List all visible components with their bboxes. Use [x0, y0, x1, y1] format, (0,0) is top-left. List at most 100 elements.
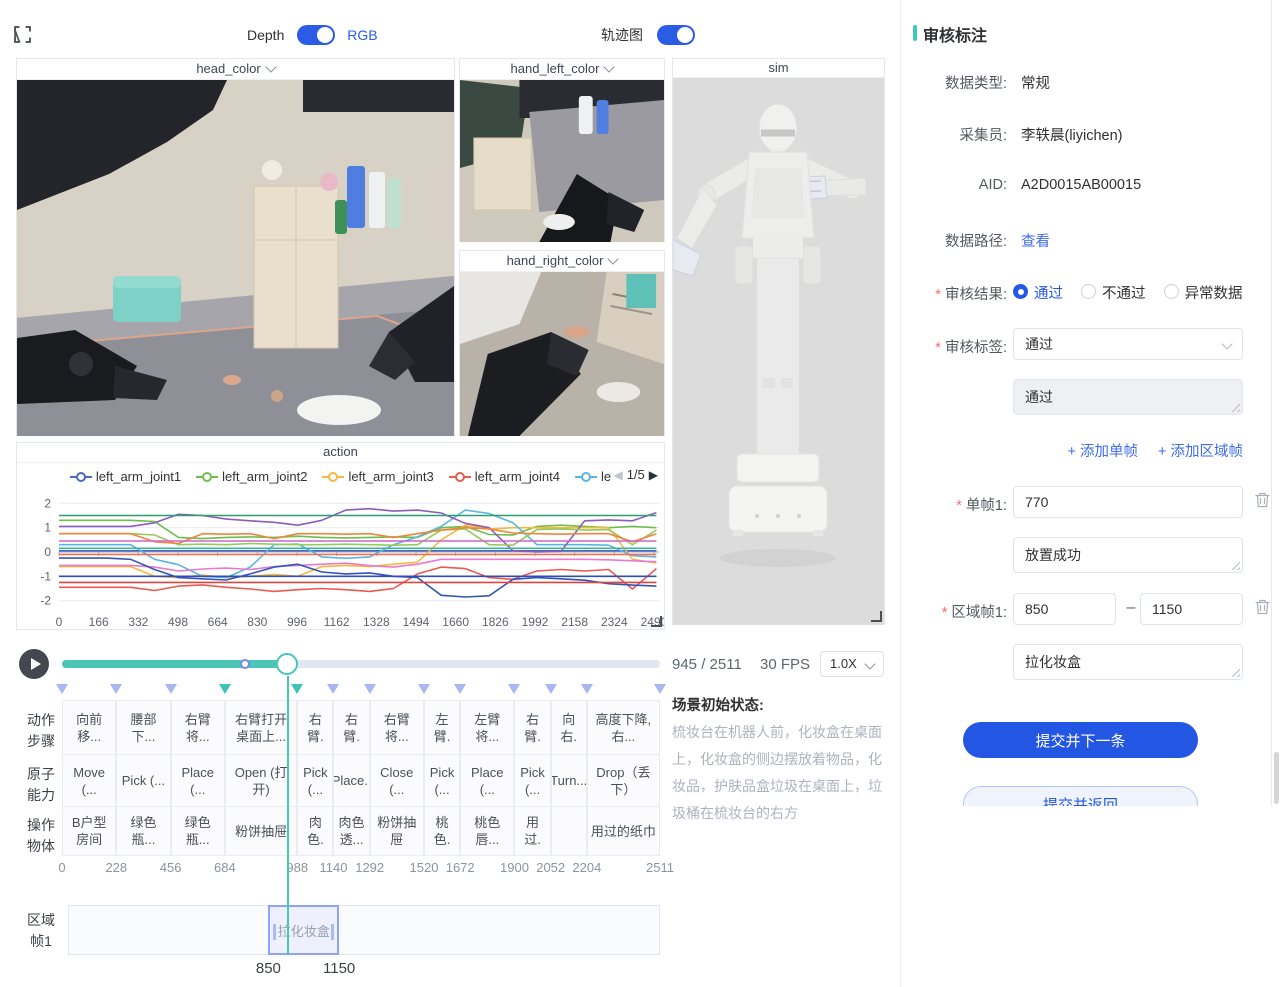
legend-next-icon[interactable]: ▶ — [649, 468, 658, 482]
step-cell: 右臂. — [297, 700, 333, 755]
hand-right-camera-header[interactable]: hand_right_color — [460, 251, 664, 272]
resize-grip-icon[interactable] — [1231, 403, 1240, 412]
region-track[interactable] — [68, 905, 660, 955]
radio-abnormal-label[interactable]: 异常数据 — [1185, 286, 1243, 302]
segment-right-handle[interactable] — [331, 924, 334, 940]
single-frame-note-textarea[interactable]: 放置成功 — [1013, 537, 1243, 573]
region-segment[interactable]: 拉化妆盒 — [268, 905, 339, 955]
chevron-down-icon — [604, 61, 615, 72]
skill-cell: Move (... — [62, 754, 116, 807]
scrollbar-track — [1271, 0, 1272, 806]
legend-item[interactable]: left_arm_joint3 — [322, 469, 433, 484]
steps-row: 向前移...腰部下...右臂将...右臂打开桌面上...右臂.右臂.右臂将...… — [62, 700, 660, 755]
radio-abnormal[interactable] — [1164, 284, 1179, 299]
resize-handle-icon[interactable] — [871, 611, 882, 622]
timeline-marker-icon[interactable] — [545, 684, 557, 694]
object-cell: 桃色唇... — [460, 806, 514, 856]
timeline-marker-icon[interactable] — [418, 684, 430, 694]
svg-text:1826: 1826 — [482, 615, 509, 629]
timeline-marker-icon[interactable] — [364, 684, 376, 694]
tag-comment-textarea[interactable]: 通过 — [1013, 379, 1243, 415]
step-cell: 右臂将... — [171, 700, 225, 755]
timeline-marker-icon[interactable] — [219, 684, 231, 694]
single-frame-note-text: 放置成功 — [1025, 547, 1081, 563]
skill-cell: Pick (... — [297, 754, 333, 807]
delete-single-frame-icon[interactable] — [1255, 492, 1270, 508]
add-links: + 添加单帧 + 添加区域帧 — [1013, 440, 1243, 461]
tag-comment-text: 通过 — [1025, 389, 1053, 405]
data-type-value: 常规 — [1021, 72, 1050, 93]
timeline-marker-icon[interactable] — [291, 684, 303, 694]
timeline-marker-icon[interactable] — [165, 684, 177, 694]
add-single-frame-link[interactable]: + 添加单帧 — [1068, 440, 1139, 461]
radio-fail[interactable] — [1081, 284, 1096, 299]
resize-grip-icon[interactable] — [1231, 668, 1240, 677]
timeline-marker-icon[interactable] — [56, 684, 68, 694]
timeline-marker-icon[interactable] — [327, 684, 339, 694]
legend-item[interactable]: left_arm_joint4 — [449, 469, 560, 484]
speed-select[interactable]: 1.0X — [820, 651, 884, 677]
trajectory-toggle[interactable] — [657, 25, 695, 45]
tag-select[interactable]: 通过 — [1013, 328, 1243, 360]
single-frame-input[interactable]: 770 — [1013, 486, 1243, 518]
delete-region-frame-icon[interactable] — [1255, 599, 1270, 615]
head-camera-header[interactable]: head_color — [17, 59, 454, 80]
sim-panel: sim — [672, 58, 885, 625]
legend-prev-icon[interactable]: ◀ — [613, 468, 622, 482]
svg-text:332: 332 — [128, 615, 148, 629]
timeline-marker-icon[interactable] — [508, 684, 520, 694]
scale-tick-label: 1140 — [320, 860, 348, 875]
segment-left-handle[interactable] — [273, 924, 276, 940]
play-button[interactable] — [19, 649, 49, 679]
region-start-input[interactable]: 850 — [1013, 593, 1116, 625]
radio-pass[interactable] — [1013, 284, 1028, 299]
timeline-marker-icon[interactable] — [581, 684, 593, 694]
submit-back-button[interactable]: 提交并返回 — [963, 786, 1198, 806]
legend-item[interactable]: left_arm_joint1 — [70, 469, 181, 484]
skill-cell: Pick (... — [514, 754, 550, 807]
resize-handle-icon[interactable] — [651, 616, 662, 627]
scale-tick-label: 1900 — [500, 860, 529, 875]
hand-left-camera-title: hand_left_color — [511, 61, 600, 76]
timeline-marker-icon[interactable] — [454, 684, 466, 694]
region-end-input[interactable]: 1150 — [1140, 593, 1243, 625]
step-cell: 向前移... — [62, 700, 116, 755]
result-radio-group: 通过 不通过 异常数据 — [1013, 282, 1257, 303]
scale-tick-label: 1520 — [410, 860, 439, 875]
svg-text:2324: 2324 — [601, 615, 628, 629]
step-cell: 左臂. — [424, 700, 460, 755]
timeline-marker-icon[interactable] — [110, 684, 122, 694]
step-cell: 右臂. — [514, 700, 550, 755]
trajectory-toggle-group: 轨迹图 — [601, 25, 695, 45]
legend-marker-icon — [449, 472, 471, 482]
add-region-frame-link[interactable]: + 添加区域帧 — [1158, 440, 1243, 461]
radio-pass-label[interactable]: 通过 — [1034, 286, 1063, 302]
timeline-marker-icon[interactable] — [654, 684, 666, 694]
scale-tick-label: 988 — [286, 860, 308, 875]
fps-label: 30 FPS — [760, 656, 810, 673]
object-cell: 粉饼抽屉 — [370, 806, 424, 856]
playback-slider-handle[interactable] — [276, 653, 298, 675]
resize-grip-icon[interactable] — [1231, 561, 1240, 570]
trajectory-chart: 210-1-2016633249866483099611621328149416… — [17, 490, 664, 630]
depth-rgb-toggle[interactable] — [297, 25, 335, 45]
region-note-textarea[interactable]: 拉化妆盒 — [1013, 644, 1243, 680]
data-path-link[interactable]: 查看 — [1021, 230, 1050, 251]
fullscreen-icon[interactable] — [14, 26, 31, 43]
skill-cell: Pick (... — [424, 754, 460, 807]
legend-marker-icon — [70, 472, 92, 482]
legend-item[interactable]: left_arm_joint2 — [196, 469, 307, 484]
row-label-region: 区域 帧1 — [24, 910, 58, 952]
depth-rgb-toggle-group: Depth RGB — [247, 25, 378, 45]
scrollbar-thumb[interactable] — [1274, 752, 1279, 804]
aid-value: A2D0015AB00015 — [1021, 177, 1141, 193]
radio-fail-label[interactable]: 不通过 — [1102, 286, 1146, 302]
scale-tick-label: 2511 — [646, 860, 674, 875]
legend-item[interactable]: le — [575, 469, 611, 484]
range-dash: – — [1123, 599, 1139, 617]
head-camera-title: head_color — [196, 61, 260, 76]
hand-left-camera-header[interactable]: hand_left_color — [460, 59, 664, 80]
hand-left-camera-panel: hand_left_color — [459, 58, 665, 242]
scale-tick-label: 456 — [160, 860, 182, 875]
submit-next-button[interactable]: 提交并下一条 — [963, 722, 1198, 758]
